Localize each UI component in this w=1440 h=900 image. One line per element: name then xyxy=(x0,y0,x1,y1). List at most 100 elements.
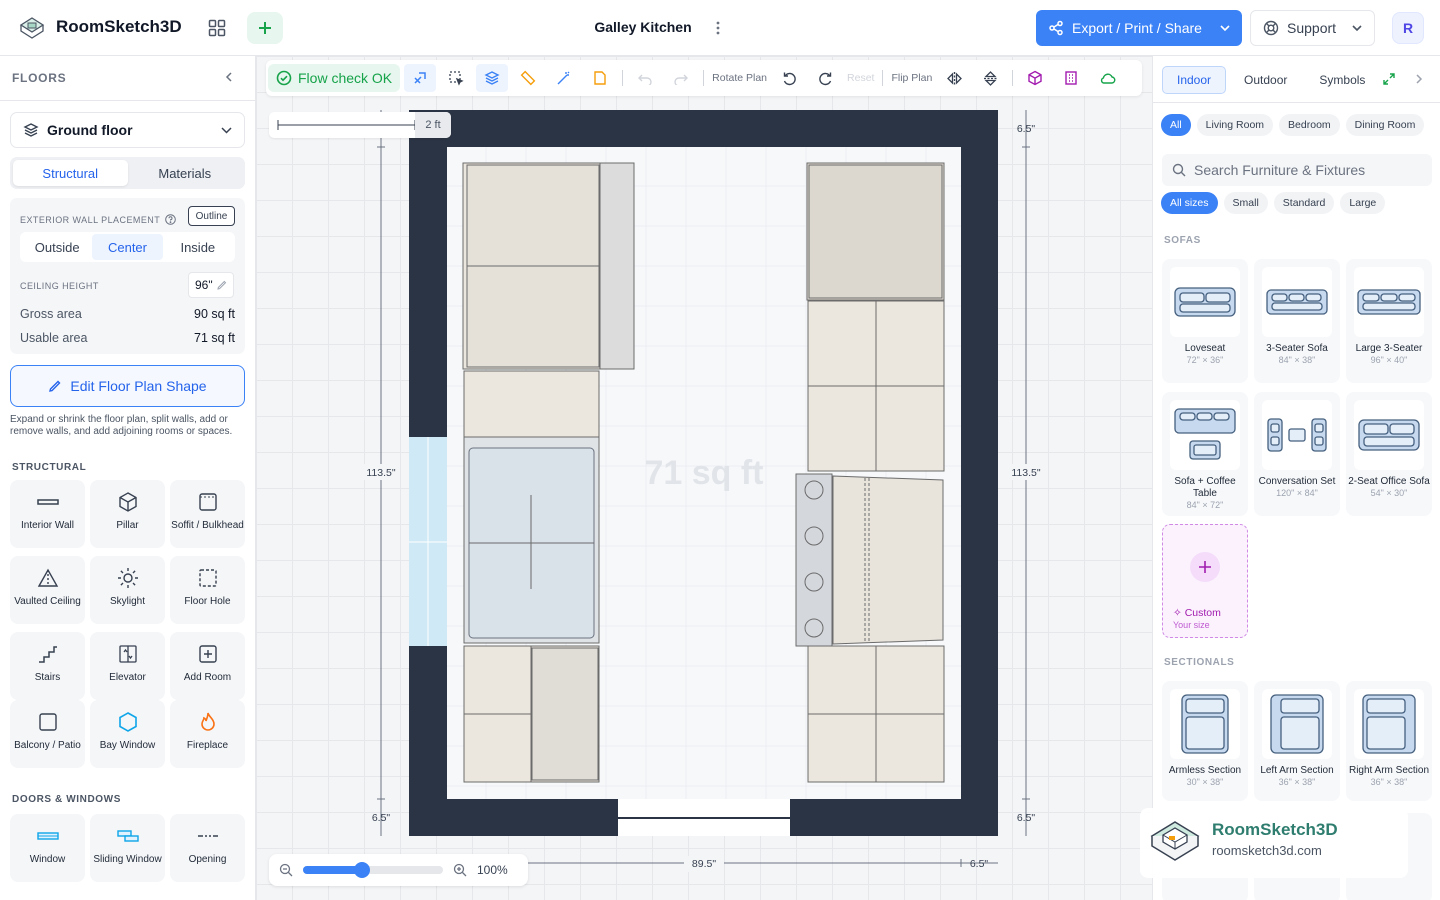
share-icon xyxy=(1049,20,1063,36)
zoom-slider[interactable] xyxy=(303,862,443,878)
measure-button[interactable] xyxy=(512,64,544,92)
furniture-size: 96" × 40" xyxy=(1370,355,1408,365)
zoom-slider-handle[interactable] xyxy=(353,862,370,878)
furniture-card[interactable]: Conversation Set 120" × 84" xyxy=(1254,392,1340,516)
floor-plan-canvas[interactable]: 71 sq ft 113.5" 113.5" 6.5" 6.5" 6.5" 89… xyxy=(256,56,1152,900)
flip-vertical-button[interactable] xyxy=(974,64,1006,92)
tab-outdoor[interactable]: Outdoor xyxy=(1230,66,1301,94)
tool-pillar[interactable]: Pillar xyxy=(90,480,165,548)
tool-balcony-patio[interactable]: Balcony / Patio xyxy=(10,700,85,768)
tool-window[interactable]: Window xyxy=(10,814,85,882)
placement-center[interactable]: Center xyxy=(92,234,163,260)
zoom-in-icon[interactable] xyxy=(453,863,467,877)
rotate-right-button[interactable] xyxy=(809,64,841,92)
flow-tool-button[interactable] xyxy=(404,64,437,92)
placement-inside[interactable]: Inside xyxy=(163,234,233,260)
size-standard[interactable]: Standard xyxy=(1273,192,1335,214)
tool-fireplace[interactable]: Fireplace xyxy=(170,700,245,768)
panel-next-button[interactable] xyxy=(1412,72,1426,86)
outline-toggle[interactable]: Outline xyxy=(188,206,235,226)
support-button[interactable]: Support xyxy=(1250,10,1375,46)
building-view-button[interactable] xyxy=(1055,64,1087,92)
chevron-right-icon xyxy=(1416,74,1423,84)
tool-soffit-bulkhead[interactable]: Soffit / Bulkhead xyxy=(170,480,245,548)
tool-floor-hole[interactable]: Floor Hole xyxy=(170,556,245,624)
new-project-button[interactable] xyxy=(247,12,283,44)
furniture-card[interactable]: Loveseat 72" × 36" xyxy=(1162,259,1248,383)
edit-floor-plan-shape-button[interactable]: Edit Floor Plan Shape xyxy=(10,365,245,407)
furniture-name: Right Arm Section xyxy=(1348,765,1430,776)
reset-button[interactable]: Reset xyxy=(845,72,876,84)
floor-select[interactable]: Ground floor xyxy=(10,112,245,148)
size-large[interactable]: Large xyxy=(1340,192,1386,214)
tool-bay-window[interactable]: Bay Window xyxy=(90,700,165,768)
furniture-size: 36" × 38" xyxy=(1278,777,1316,787)
furniture-card[interactable]: Right Arm Section 36" × 38" xyxy=(1346,681,1432,801)
furniture-size: 84" × 72" xyxy=(1186,500,1224,510)
app-logo-icon[interactable] xyxy=(18,14,46,42)
tool-elevator[interactable]: Elevator xyxy=(90,632,165,700)
cloud-save-button[interactable] xyxy=(1091,64,1123,92)
magic-wand-button[interactable] xyxy=(548,64,580,92)
door-opening[interactable] xyxy=(618,799,790,836)
exterior-wall-label-text: EXTERIOR WALL PLACEMENT xyxy=(20,214,161,225)
furniture-search-input[interactable]: Search Furniture & Fixtures xyxy=(1162,154,1432,186)
undo-button[interactable] xyxy=(629,64,661,92)
document-title[interactable]: Galley Kitchen xyxy=(560,19,726,35)
collapse-sidebar-button[interactable] xyxy=(222,70,236,84)
filter-dining-room[interactable]: Dining Room xyxy=(1345,114,1425,136)
filter-all[interactable]: All xyxy=(1161,114,1191,136)
tool-add-room[interactable]: Add Room xyxy=(170,632,245,700)
help-icon[interactable] xyxy=(165,214,177,225)
3d-view-button[interactable] xyxy=(1019,64,1051,92)
tool-sliding-window[interactable]: Sliding Window xyxy=(90,814,165,882)
export-print-share-button[interactable]: Export / Print / Share xyxy=(1036,10,1242,46)
tool-opening[interactable]: Opening xyxy=(170,814,245,882)
tool-label: Skylight xyxy=(109,596,145,607)
ceiling-height-input[interactable]: 96" xyxy=(188,272,234,298)
expand-panel-button[interactable] xyxy=(1382,72,1396,86)
tool-interior-wall[interactable]: Interior Wall xyxy=(10,480,85,548)
user-avatar[interactable]: R xyxy=(1392,12,1424,44)
zoom-out-icon[interactable] xyxy=(279,863,293,877)
placement-outside[interactable]: Outside xyxy=(22,234,92,260)
rotate-left-button[interactable] xyxy=(773,64,805,92)
custom-size-card[interactable]: ✧ Custom Your size xyxy=(1162,524,1248,638)
dashboard-button[interactable] xyxy=(200,12,234,44)
tool-label: Vaulted Ceiling xyxy=(14,596,81,607)
more-options-button[interactable] xyxy=(710,18,726,38)
furniture-name: 3-Seater Sofa xyxy=(1266,343,1328,354)
scale-ruler-icon xyxy=(277,120,415,130)
select-tool-button[interactable] xyxy=(440,64,472,92)
tab-symbols[interactable]: Symbols xyxy=(1305,66,1379,94)
width-dim: 89.5" xyxy=(692,858,716,870)
size-all[interactable]: All sizes xyxy=(1161,192,1218,214)
tab-structural[interactable]: Structural xyxy=(13,160,128,186)
flip-horizontal-button[interactable] xyxy=(938,64,970,92)
tab-materials[interactable]: Materials xyxy=(128,160,243,186)
left-window[interactable] xyxy=(409,437,447,646)
layers-button[interactable] xyxy=(476,64,509,92)
furniture-name: Armless Section xyxy=(1168,765,1242,776)
furniture-card[interactable]: Sofa + Coffee Table 84" × 72" xyxy=(1162,392,1248,516)
redo-button[interactable] xyxy=(665,64,697,92)
zoom-controls: 100% xyxy=(269,854,528,886)
furniture-card[interactable]: Left Arm Section 36" × 38" xyxy=(1254,681,1340,801)
filter-living-room[interactable]: Living Room xyxy=(1196,114,1274,136)
furniture-card[interactable]: 2-Seat Office Sofa 54" × 30" xyxy=(1346,392,1432,516)
tool-stairs[interactable]: Stairs xyxy=(10,632,85,700)
tool-label: Elevator xyxy=(109,672,146,683)
three-seater-sofa-icon xyxy=(1262,267,1332,337)
tool-skylight[interactable]: Skylight xyxy=(90,556,165,624)
export-label: Export / Print / Share xyxy=(1072,20,1202,36)
furniture-card[interactable]: 3-Seater Sofa 84" × 38" xyxy=(1254,259,1340,383)
tab-indoor[interactable]: Indoor xyxy=(1162,66,1227,94)
notes-button[interactable] xyxy=(584,64,616,92)
flow-check-badge[interactable]: Flow check OK xyxy=(268,64,401,92)
furniture-card[interactable]: Large 3-Seater 96" × 40" xyxy=(1346,259,1432,383)
filter-bedroom[interactable]: Bedroom xyxy=(1279,114,1340,136)
pencil-icon xyxy=(49,380,61,392)
size-small[interactable]: Small xyxy=(1223,192,1268,214)
tool-vaulted-ceiling[interactable]: Vaulted Ceiling xyxy=(10,556,85,624)
furniture-card[interactable]: Armless Section 30" × 38" xyxy=(1162,681,1248,801)
